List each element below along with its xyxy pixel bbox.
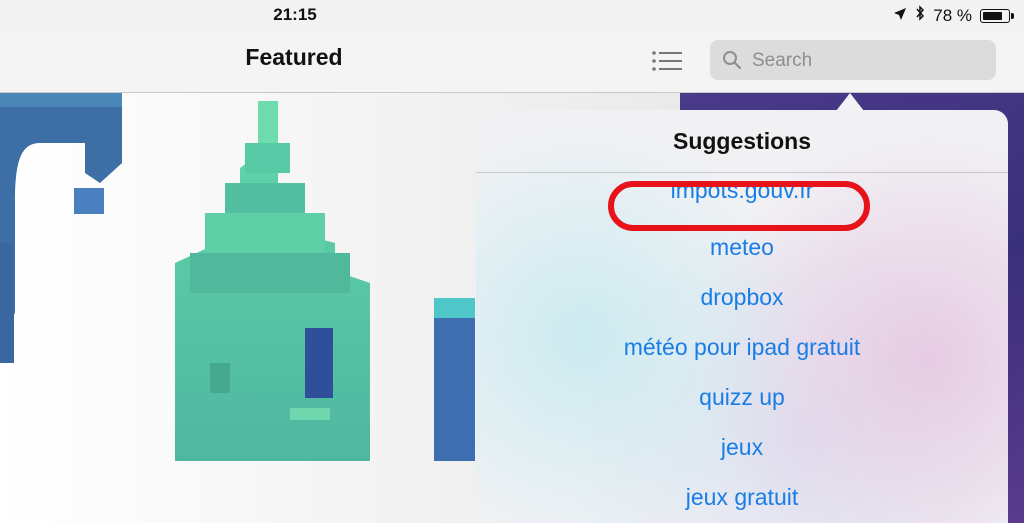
navigation-bar: Featured Search: [0, 30, 1024, 93]
suggestion-item[interactable]: jeux: [476, 422, 1008, 472]
battery-icon: [980, 8, 1014, 23]
status-bar: 21:15 78 %: [0, 0, 1024, 30]
suggestion-item[interactable]: jeux gratuit: [476, 472, 1008, 522]
search-icon: [722, 50, 742, 75]
battery-level: [983, 11, 1002, 20]
popover-title: Suggestions: [672, 128, 811, 154]
suggestion-item[interactable]: quizz up: [476, 372, 1008, 422]
page-title: Featured: [245, 44, 343, 70]
bluetooth-icon: [915, 5, 925, 26]
popover-arrow: [836, 93, 864, 111]
search-field[interactable]: Search: [710, 40, 996, 80]
status-indicators: 78 %: [893, 5, 1014, 26]
search-placeholder: Search: [752, 50, 813, 71]
battery-percentage: 78 %: [933, 5, 972, 25]
list-icon[interactable]: [650, 48, 684, 74]
highlight-circle: [608, 181, 870, 231]
location-arrow-icon: [893, 6, 907, 26]
suggestion-item[interactable]: météo pour ipad gratuit: [476, 322, 1008, 372]
suggestion-item[interactable]: dropbox: [476, 272, 1008, 322]
suggestions-popover: Suggestions impots.gouv.fr meteo dropbox…: [476, 110, 1008, 523]
battery-tip: [1011, 12, 1014, 19]
status-time: 21:15: [273, 5, 317, 24]
